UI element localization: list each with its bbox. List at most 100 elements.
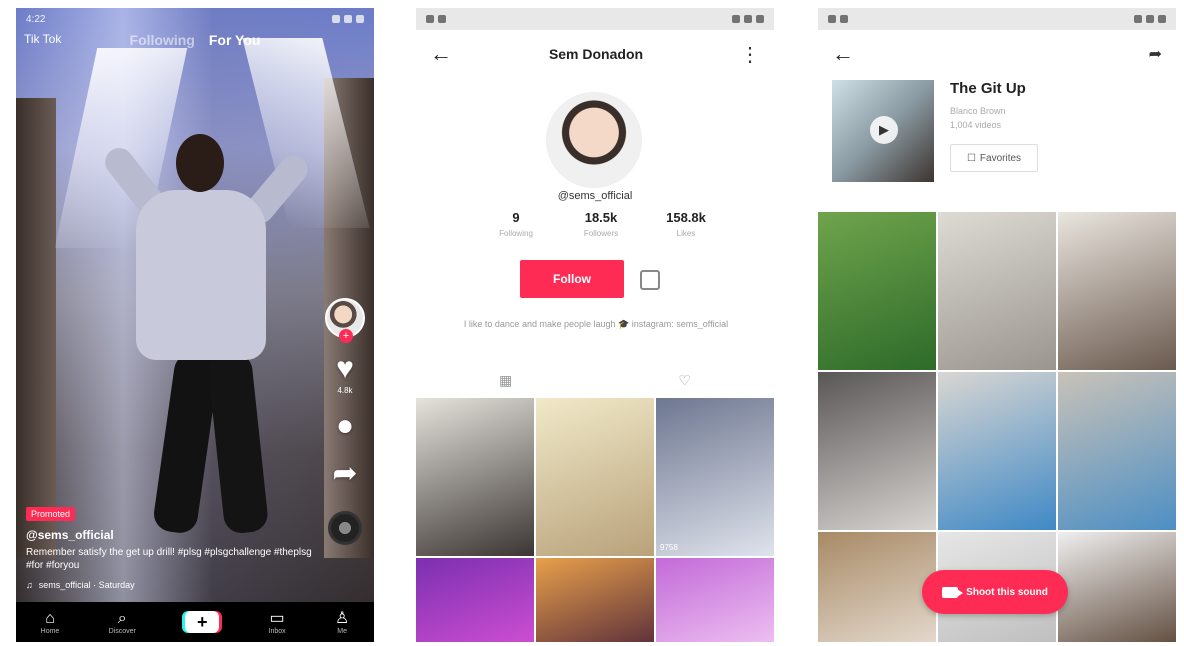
shoot-this-sound-button[interactable]: Shoot this sound bbox=[922, 570, 1068, 614]
follow-plus-icon[interactable]: + bbox=[339, 329, 353, 343]
promoted-badge: Promoted bbox=[26, 507, 76, 521]
sound-title: The Git Up bbox=[950, 80, 1026, 97]
video-thumbnail[interactable] bbox=[1058, 532, 1176, 642]
wifi-icon bbox=[344, 15, 352, 23]
creator-avatar[interactable]: + bbox=[325, 298, 365, 343]
video-thumbnail[interactable] bbox=[818, 532, 936, 642]
play-icon[interactable]: ▶ bbox=[870, 116, 898, 144]
profile-title: Sem Donadon bbox=[548, 46, 644, 62]
nav-discover-label: Discover bbox=[108, 627, 136, 635]
sound-cover-image[interactable]: ▶ bbox=[832, 80, 934, 182]
side-actions: + ♥ 4.8k ● ➦ bbox=[322, 298, 368, 545]
battery-icon bbox=[756, 15, 764, 23]
video-thumbnail[interactable] bbox=[536, 398, 654, 556]
back-arrow-icon[interactable]: ← bbox=[832, 41, 854, 67]
notification-icon bbox=[840, 15, 848, 23]
stat-value: 9 bbox=[512, 210, 520, 225]
status-bar bbox=[818, 8, 1176, 30]
video-thumbnail[interactable] bbox=[656, 558, 774, 642]
video-camera-icon bbox=[942, 586, 964, 598]
stat-value: 158.8k bbox=[666, 210, 706, 225]
favorites-label: Favorites bbox=[979, 152, 1022, 164]
instagram-icon[interactable] bbox=[640, 270, 660, 290]
video-thumbnail[interactable]: 9758 bbox=[656, 398, 774, 556]
dancing-person bbox=[76, 128, 326, 548]
like-button[interactable]: ♥ 4.8k bbox=[336, 352, 354, 395]
share-icon: ➦ bbox=[332, 457, 358, 490]
video-thumbnail[interactable] bbox=[818, 372, 936, 530]
sound-line[interactable]: ♫ sems_official · Saturday bbox=[26, 580, 316, 590]
bottom-nav: ⌂ Home ⌕ Discover + ▭ Inbox ♙ Me bbox=[16, 602, 374, 642]
video-feed-screen: 4:22 Tik Tok Following For You + ♥ 4.8k … bbox=[16, 8, 374, 642]
search-icon: ⌕ bbox=[117, 609, 127, 627]
tab-following[interactable]: Following bbox=[130, 32, 195, 48]
nav-home[interactable]: ⌂ Home bbox=[41, 610, 60, 635]
profile-screen: ← Sem Donadon ⋮ @sems_official 9 Followi… bbox=[416, 8, 774, 642]
wifi-icon bbox=[1134, 15, 1142, 23]
notification-icon bbox=[438, 15, 446, 23]
more-options-icon[interactable]: ⋮ bbox=[740, 42, 760, 67]
share-icon[interactable]: ➦ bbox=[1149, 44, 1162, 64]
profile-stats: 9 Following 18.5k Followers 158.8k Likes bbox=[476, 210, 726, 238]
video-thumbnail[interactable] bbox=[1058, 212, 1176, 370]
nav-inbox[interactable]: ▭ Inbox bbox=[269, 610, 286, 635]
profile-grid-tabs: ▦ ♡ bbox=[416, 368, 774, 392]
liked-videos-tab-icon[interactable]: ♡ bbox=[678, 372, 691, 389]
signal-icon bbox=[1146, 15, 1154, 23]
video-thumbnail[interactable] bbox=[818, 212, 936, 370]
nav-create[interactable]: + bbox=[185, 611, 220, 633]
status-bar bbox=[416, 8, 774, 30]
nav-home-label: Home bbox=[40, 627, 60, 635]
sound-screen: ← ➦ ▶ The Git Up Blanco Brown 1,004 vide… bbox=[818, 8, 1176, 642]
sound-artist: Blanco Brown bbox=[950, 106, 1006, 116]
bookmark-icon: ☐ bbox=[966, 152, 976, 164]
favorites-button[interactable]: ☐ Favorites bbox=[950, 144, 1038, 172]
wifi-icon bbox=[732, 15, 740, 23]
video-thumbnail[interactable] bbox=[938, 372, 1056, 530]
videos-grid-tab-icon[interactable]: ▦ bbox=[499, 372, 512, 389]
video-thumbnail[interactable] bbox=[416, 398, 534, 556]
like-count: 4.8k bbox=[337, 386, 353, 395]
inbox-icon: ▭ bbox=[269, 609, 285, 627]
status-time: 4:22 bbox=[26, 13, 46, 25]
music-note-icon: ♫ bbox=[26, 580, 33, 590]
person-head bbox=[176, 134, 224, 192]
stat-label: Following bbox=[499, 229, 533, 238]
tab-for-you[interactable]: For You bbox=[209, 32, 261, 48]
signal-icon bbox=[744, 15, 752, 23]
follow-button[interactable]: Follow bbox=[520, 260, 624, 298]
music-disc-icon[interactable] bbox=[328, 511, 362, 545]
shoot-label: Shoot this sound bbox=[966, 586, 1048, 598]
notification-icons bbox=[828, 15, 848, 23]
video-thumbnail[interactable] bbox=[536, 558, 654, 642]
video-caption: Promoted @sems_official Remember satisfy… bbox=[26, 504, 316, 590]
comment-button[interactable]: ● bbox=[336, 409, 354, 443]
profile-handle: @sems_official bbox=[557, 190, 633, 202]
status-icons bbox=[1134, 15, 1166, 23]
battery-icon bbox=[1158, 15, 1166, 23]
video-thumbnail[interactable] bbox=[1058, 372, 1176, 530]
back-arrow-icon[interactable]: ← bbox=[430, 41, 452, 67]
notification-icon bbox=[828, 15, 836, 23]
video-thumbnail[interactable] bbox=[938, 212, 1056, 370]
heart-icon: ♥ bbox=[336, 352, 354, 385]
notification-icons bbox=[426, 15, 446, 23]
caption-text: Remember satisfy the get up drill! #plsg… bbox=[26, 547, 312, 571]
stat-followers[interactable]: 18.5k Followers bbox=[561, 210, 641, 238]
hallway-wall-left bbox=[16, 98, 56, 558]
video-thumbnail[interactable] bbox=[416, 558, 534, 642]
status-icons bbox=[332, 15, 364, 23]
nav-discover[interactable]: ⌕ Discover bbox=[109, 610, 136, 635]
share-button[interactable]: ➦ bbox=[332, 457, 357, 491]
stat-following[interactable]: 9 Following bbox=[476, 210, 556, 238]
stat-label: Followers bbox=[583, 229, 619, 238]
stat-likes: 158.8k Likes bbox=[646, 210, 726, 238]
sound-video-count: 1,004 videos bbox=[950, 120, 1002, 130]
creator-username[interactable]: @sems_official bbox=[26, 528, 316, 542]
home-icon: ⌂ bbox=[45, 609, 55, 627]
person-torso bbox=[136, 190, 266, 360]
nav-me[interactable]: ♙ Me bbox=[335, 610, 349, 635]
stat-value: 18.5k bbox=[584, 210, 618, 225]
profile-icon: ♙ bbox=[334, 609, 350, 627]
nav-inbox-label: Inbox bbox=[268, 627, 286, 635]
